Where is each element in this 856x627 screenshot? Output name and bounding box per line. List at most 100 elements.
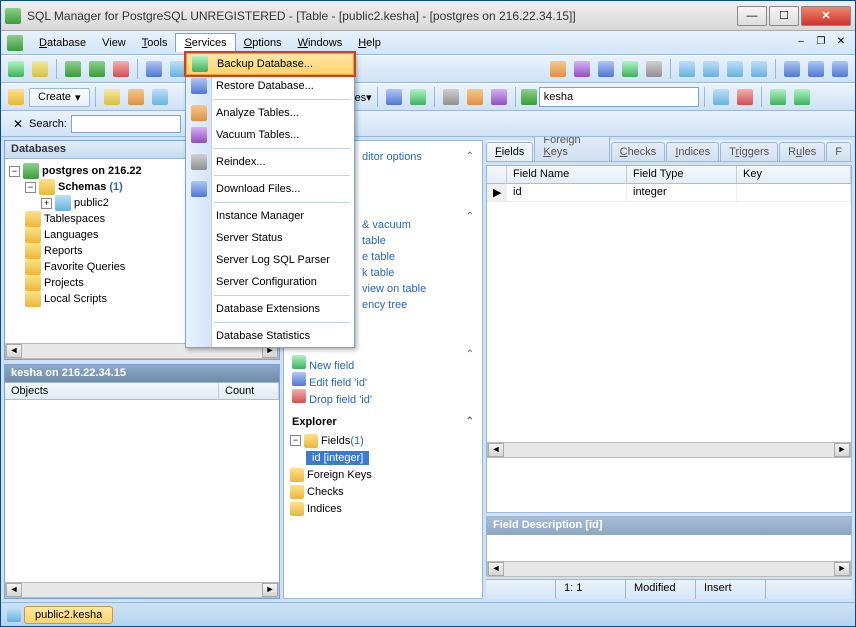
menu-view[interactable]: View — [94, 34, 134, 52]
link-new-field[interactable]: New field — [309, 358, 354, 374]
tb2-a-icon[interactable] — [5, 86, 27, 108]
menu-help[interactable]: Help — [350, 34, 389, 52]
tb-print-icon[interactable] — [643, 58, 665, 80]
tb2-c-icon[interactable] — [125, 86, 147, 108]
scrollbar-h[interactable]: ◄► — [487, 442, 851, 458]
menu-server-log[interactable]: Server Log SQL Parser — [186, 249, 354, 271]
tab-more[interactable]: F — [826, 142, 851, 161]
tb-new-icon[interactable] — [5, 58, 27, 80]
tb2-e-icon[interactable] — [383, 86, 405, 108]
tb-w2-icon[interactable] — [700, 58, 722, 80]
tb-x1-icon[interactable] — [143, 58, 165, 80]
tb-r4-icon[interactable] — [619, 58, 641, 80]
link-table3[interactable]: k table — [362, 265, 474, 281]
tb-nav2-icon[interactable] — [805, 58, 827, 80]
tb2-k-icon[interactable] — [767, 86, 789, 108]
explorer-fkeys[interactable]: Foreign Keys — [290, 466, 476, 483]
tb-db3-icon[interactable] — [110, 58, 132, 80]
tb-db2-icon[interactable] — [86, 58, 108, 80]
link-edit-field[interactable]: Edit field 'id' — [309, 375, 367, 391]
menu-database[interactable]: Database — [31, 34, 94, 52]
mdi-minimize[interactable]: – — [793, 36, 809, 50]
tb2-i-icon[interactable] — [710, 86, 732, 108]
tb-w3-icon[interactable] — [724, 58, 746, 80]
tb2-h-icon[interactable] — [488, 86, 510, 108]
mdi-close[interactable]: ✕ — [833, 36, 849, 50]
tb2-j-icon[interactable] — [734, 86, 756, 108]
tb2-b-icon[interactable] — [101, 86, 123, 108]
tab-checks[interactable]: Checks — [611, 142, 666, 161]
tb-db1-icon[interactable] — [62, 58, 84, 80]
tab-triggers[interactable]: Triggers — [720, 142, 778, 161]
col-objects[interactable]: Objects — [5, 383, 219, 399]
collapse-icon[interactable]: ⌃ — [466, 349, 474, 360]
explorer-field-id[interactable]: id [integer] — [290, 449, 476, 466]
menu-server-status[interactable]: Server Status — [186, 227, 354, 249]
tb-r1-icon[interactable] — [547, 58, 569, 80]
menu-analyze-tables[interactable]: Analyze Tables... — [186, 102, 354, 124]
link-table2[interactable]: e table — [362, 249, 474, 265]
expand-icon[interactable]: + — [41, 198, 52, 209]
explorer-indices[interactable]: Indices — [290, 500, 476, 517]
link-vacuum[interactable]: & vacuum — [362, 217, 474, 233]
menu-tools[interactable]: Tools — [134, 34, 176, 52]
menu-backup-database[interactable]: Backup Database... — [186, 53, 354, 75]
explorer-fields[interactable]: −Fields (1) — [290, 432, 476, 449]
menu-download-files[interactable]: Download Files... — [186, 178, 354, 200]
link-table1[interactable]: table — [362, 233, 474, 249]
menu-services[interactable]: Services — [175, 33, 235, 52]
col-fieldtype[interactable]: Field Type — [627, 166, 737, 183]
explorer-checks[interactable]: Checks — [290, 483, 476, 500]
tab-fkeys[interactable]: Foreign Keys — [534, 137, 609, 161]
col-count[interactable]: Count — [219, 383, 279, 399]
search-clear-icon[interactable]: ✕ — [7, 113, 29, 135]
menu-reindex[interactable]: Reindex... — [186, 151, 354, 173]
tb-r2-icon[interactable] — [571, 58, 593, 80]
tb2-d-icon[interactable] — [149, 86, 171, 108]
database-combo[interactable] — [539, 87, 699, 107]
scrollbar-h[interactable]: ◄► — [487, 561, 851, 577]
create-button[interactable]: Create▾ — [29, 88, 90, 107]
minimize-button[interactable]: — — [737, 6, 767, 26]
menu-vacuum-tables[interactable]: Vacuum Tables... — [186, 124, 354, 146]
tb2-l-icon[interactable] — [791, 86, 813, 108]
collapse-icon[interactable]: ⌃ — [466, 416, 474, 427]
tab-fields[interactable]: Fields — [486, 142, 533, 161]
tb-r3-icon[interactable] — [595, 58, 617, 80]
tb2-refresh-icon[interactable] — [407, 86, 429, 108]
expand-icon[interactable]: − — [9, 166, 20, 177]
tb-w1-icon[interactable] — [676, 58, 698, 80]
collapse-icon[interactable]: ⌃ — [466, 211, 474, 222]
tb-nav3-icon[interactable] — [829, 58, 851, 80]
link-drop-field[interactable]: Drop field 'id' — [309, 392, 372, 408]
menu-instance-manager[interactable]: Instance Manager — [186, 205, 354, 227]
menu-windows[interactable]: Windows — [290, 34, 351, 52]
menu-server-config[interactable]: Server Configuration — [186, 271, 354, 293]
maximize-button[interactable]: ☐ — [769, 6, 799, 26]
close-button[interactable]: ✕ — [801, 6, 851, 26]
bottom-tab-kesha[interactable]: public2.kesha — [24, 606, 113, 624]
link-deptree[interactable]: ency tree — [362, 297, 474, 313]
link-view[interactable]: view on table — [362, 281, 474, 297]
col-key[interactable]: Key — [737, 166, 851, 183]
tab-indices[interactable]: Indices — [666, 142, 719, 161]
mdi-restore[interactable]: ❐ — [813, 36, 829, 50]
menu-restore-database[interactable]: Restore Database... — [186, 75, 354, 97]
tb-nav1-icon[interactable] — [781, 58, 803, 80]
link-editor-options[interactable]: ditor options — [362, 149, 474, 165]
col-fieldname[interactable]: Field Name — [507, 166, 627, 183]
menu-db-extensions[interactable]: Database Extensions — [186, 298, 354, 320]
tb2-g-icon[interactable] — [464, 86, 486, 108]
content-area: Databases − postgres on 216.22 − Schemas… — [1, 137, 855, 602]
scrollbar-h[interactable]: ◄► — [5, 582, 279, 598]
grid-row[interactable]: ▶ id integer — [487, 184, 851, 202]
expand-icon[interactable]: − — [25, 182, 36, 193]
collapse-icon[interactable]: ⌃ — [466, 151, 474, 162]
tb-open-icon[interactable] — [29, 58, 51, 80]
menu-db-statistics[interactable]: Database Statistics — [186, 325, 354, 347]
search-input[interactable] — [71, 115, 181, 133]
tab-rules[interactable]: Rules — [779, 142, 825, 161]
tb-w4-icon[interactable] — [748, 58, 770, 80]
tb2-f-icon[interactable] — [440, 86, 462, 108]
menu-options[interactable]: Options — [236, 34, 290, 52]
